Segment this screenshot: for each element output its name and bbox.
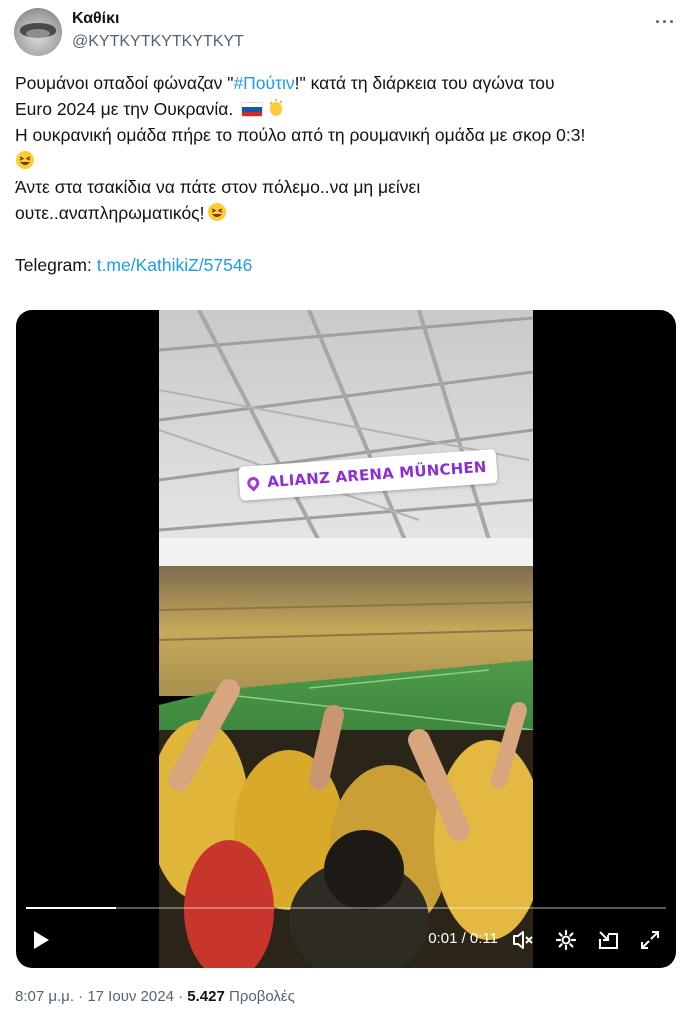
telegram-line: Telegram: t.me/KathikiZ/57546: [15, 252, 680, 278]
tweet-text-line3: Η ουκρανική ομάδα πήρε το πούλο από τη ρ…: [15, 125, 586, 145]
tweet-line-4: [15, 148, 680, 174]
tweet-text-line2: Euro 2024 με την Ουκρανία.: [15, 99, 234, 119]
video-progress-fill: [26, 907, 116, 909]
mute-button[interactable]: [511, 928, 535, 952]
grinning-squinting-face-icon: [15, 150, 35, 177]
video-time: 0:01 / 0:11: [428, 930, 498, 947]
tweet-text-part1: Ρουμάνοι οπαδοί φώναζαν ": [15, 73, 234, 93]
avatar[interactable]: [14, 8, 62, 56]
tweet-time[interactable]: 8:07 μ.μ.: [15, 988, 74, 1005]
author-name[interactable]: Καθίκι: [72, 10, 119, 28]
tweet-line-5: Άντε στα τσακίδια να πάτε στον πόλεμο..ν…: [15, 174, 680, 200]
tweet-text-line6: ουτε..αναπληρωματικός!: [15, 203, 205, 223]
settings-button[interactable]: [554, 928, 578, 952]
gear-icon: [555, 929, 577, 951]
avatar-brim-shape: [26, 29, 50, 38]
location-sticker-text: ALIANZ ARENA MÜNCHEN: [266, 457, 488, 492]
tweet-line-3: Η ουκρανική ομάδα πήρε το πούλο από τη ρ…: [15, 122, 680, 148]
fullscreen-button[interactable]: [638, 928, 662, 952]
separator-dot: ·: [178, 988, 188, 1005]
play-button[interactable]: [32, 928, 50, 952]
views-label: Προβολές: [229, 988, 295, 1005]
tweet-text-part2: !" κατά τη διάρκεια του αγώνα του: [294, 73, 555, 93]
stadium-scene: [159, 310, 533, 968]
tweet-line-6: ουτε..αναπληρωματικός!: [15, 200, 680, 226]
grinning-squinting-face-icon: [207, 202, 227, 229]
separator-dot: ·: [78, 988, 88, 1005]
russia-flag-icon: [241, 102, 264, 117]
location-pin-icon: [244, 474, 262, 492]
clapping-hands-icon: [266, 98, 286, 125]
tweet-date[interactable]: 17 Ιουν 2024: [87, 988, 174, 1005]
video-player[interactable]: ALIANZ ARENA MÜNCHEN 0:01 / 0:11: [16, 310, 676, 968]
more-options-icon[interactable]: ···: [655, 12, 676, 33]
tweet-line-1: Ρουμάνοι οπαδοί φώναζαν "#Πούτιν!" κατά …: [15, 70, 680, 96]
tweet-text: Ρουμάνοι οπαδοί φώναζαν "#Πούτιν!" κατά …: [15, 70, 680, 278]
views-count: 5.427: [187, 988, 225, 1005]
play-icon: [34, 931, 49, 949]
video-progress-bar[interactable]: [26, 907, 666, 909]
picture-in-picture-icon: [599, 931, 618, 949]
tweet-header: Καθίκι @KYTKYTKYTKYTKYT ···: [14, 8, 680, 56]
telegram-link[interactable]: t.me/KathikiZ/57546: [97, 255, 253, 275]
telegram-label: Telegram:: [15, 255, 97, 275]
video-controls: 0:01 / 0:11: [16, 910, 676, 968]
tweet-line-2: Euro 2024 με την Ουκρανία.: [15, 96, 680, 122]
tweet-text-line5: Άντε στα τσακίδια να πάτε στον πόλεμο..ν…: [15, 177, 421, 197]
author-handle[interactable]: @KYTKYTKYTKYTKYT: [72, 33, 244, 51]
minimize-video-button[interactable]: [596, 928, 620, 952]
hashtag-link[interactable]: #Πούτιν: [233, 73, 294, 93]
fullscreen-icon: [641, 931, 659, 949]
video-frame[interactable]: ALIANZ ARENA MÜNCHEN: [159, 310, 533, 968]
tweet-meta: 8:07 μ.μ. · 17 Ιουν 2024 · 5.427 Προβολέ…: [15, 988, 295, 1005]
muted-speaker-icon: [513, 931, 533, 949]
